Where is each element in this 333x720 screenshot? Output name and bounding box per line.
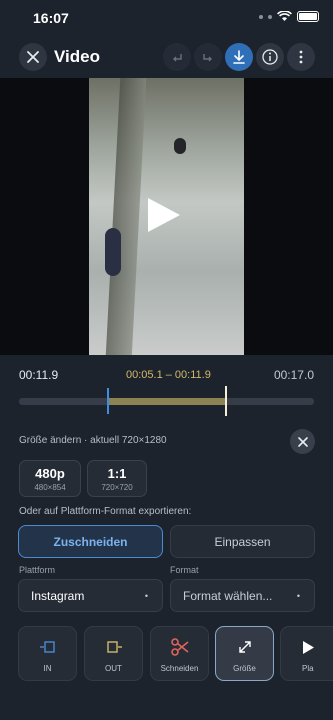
format-value: Format wählen... xyxy=(183,588,273,603)
info-icon xyxy=(262,49,278,65)
timeline-end-time: 00:17.0 xyxy=(273,368,314,382)
timeline-in-handle[interactable] xyxy=(106,388,109,414)
platform-value: Instagram xyxy=(31,588,85,603)
resolution-option-1-1[interactable]: 1:1 720×720 xyxy=(87,460,147,497)
status-time: 16:07 xyxy=(33,10,69,26)
wifi-icon xyxy=(277,11,292,21)
frame-detail xyxy=(174,138,186,154)
tool-label: Pla xyxy=(302,664,314,673)
redo-icon xyxy=(203,54,212,62)
frame-detail xyxy=(105,228,121,276)
platform-label: Plattform xyxy=(19,565,56,575)
close-icon xyxy=(27,51,39,63)
download-button[interactable] xyxy=(225,43,253,71)
tool-resize-button[interactable]: Größe xyxy=(215,626,274,681)
crop-mode-button[interactable]: Zuschneiden xyxy=(18,525,163,558)
dropdown-dot-icon: • xyxy=(296,591,300,601)
tool-label: Größe xyxy=(233,664,256,673)
scissors-icon xyxy=(170,638,189,656)
resolution-dimensions: 720×720 xyxy=(101,483,133,492)
frame-detail xyxy=(105,78,147,355)
close-button[interactable] xyxy=(19,43,47,71)
dropdown-dot-icon: • xyxy=(144,591,148,601)
platform-select[interactable]: Instagram • xyxy=(18,579,163,612)
status-icons xyxy=(259,11,319,22)
play-icon xyxy=(303,640,314,654)
resize-label: Größe ändern · aktuell 720×1280 xyxy=(19,435,167,446)
header: Video xyxy=(0,36,333,78)
more-options-button[interactable] xyxy=(287,43,315,71)
export-label: Oder auf Plattform-Format exportieren: xyxy=(19,506,192,517)
tool-label: Schneiden xyxy=(160,664,199,673)
out-marker-icon xyxy=(106,641,122,653)
redo-button[interactable] xyxy=(194,43,222,71)
resize-arrows-icon xyxy=(238,641,251,653)
download-icon xyxy=(233,50,245,64)
video-preview[interactable] xyxy=(0,78,333,355)
format-label: Format xyxy=(170,565,199,575)
timeline-selection[interactable] xyxy=(107,398,226,405)
signal-icon xyxy=(268,14,272,19)
undo-icon xyxy=(173,54,182,62)
timeline-start-time: 00:11.9 xyxy=(19,368,59,382)
timeline-selection-range: 00:05.1 – 00:11.9 xyxy=(126,369,211,381)
info-button[interactable] xyxy=(256,43,284,71)
in-marker-icon xyxy=(39,641,55,653)
status-bar: 16:07 xyxy=(0,0,333,36)
format-select[interactable]: Format wählen... • xyxy=(170,579,315,612)
timeline-playhead[interactable] xyxy=(224,386,227,416)
tool-label: IN xyxy=(43,664,52,673)
tool-cut-button[interactable]: Schneiden xyxy=(150,626,209,681)
tool-in-button[interactable]: IN xyxy=(18,626,77,681)
battery-icon xyxy=(297,11,319,22)
undo-button[interactable] xyxy=(163,43,191,71)
play-icon[interactable] xyxy=(148,198,180,232)
resolution-label: 1:1 xyxy=(107,466,127,481)
tool-label: OUT xyxy=(105,664,122,673)
resolution-dimensions: 480×854 xyxy=(34,483,66,492)
fit-mode-button[interactable]: Einpassen xyxy=(170,525,315,558)
tool-play-button[interactable]: Pla xyxy=(280,626,333,681)
close-icon xyxy=(297,436,308,447)
tool-out-button[interactable]: OUT xyxy=(84,626,143,681)
more-vertical-icon xyxy=(299,50,303,64)
signal-icon xyxy=(259,14,263,19)
close-resize-button[interactable] xyxy=(290,429,315,454)
page-title: Video xyxy=(54,47,100,66)
resolution-label: 480p xyxy=(35,466,65,481)
resolution-option-480p[interactable]: 480p 480×854 xyxy=(19,460,81,497)
